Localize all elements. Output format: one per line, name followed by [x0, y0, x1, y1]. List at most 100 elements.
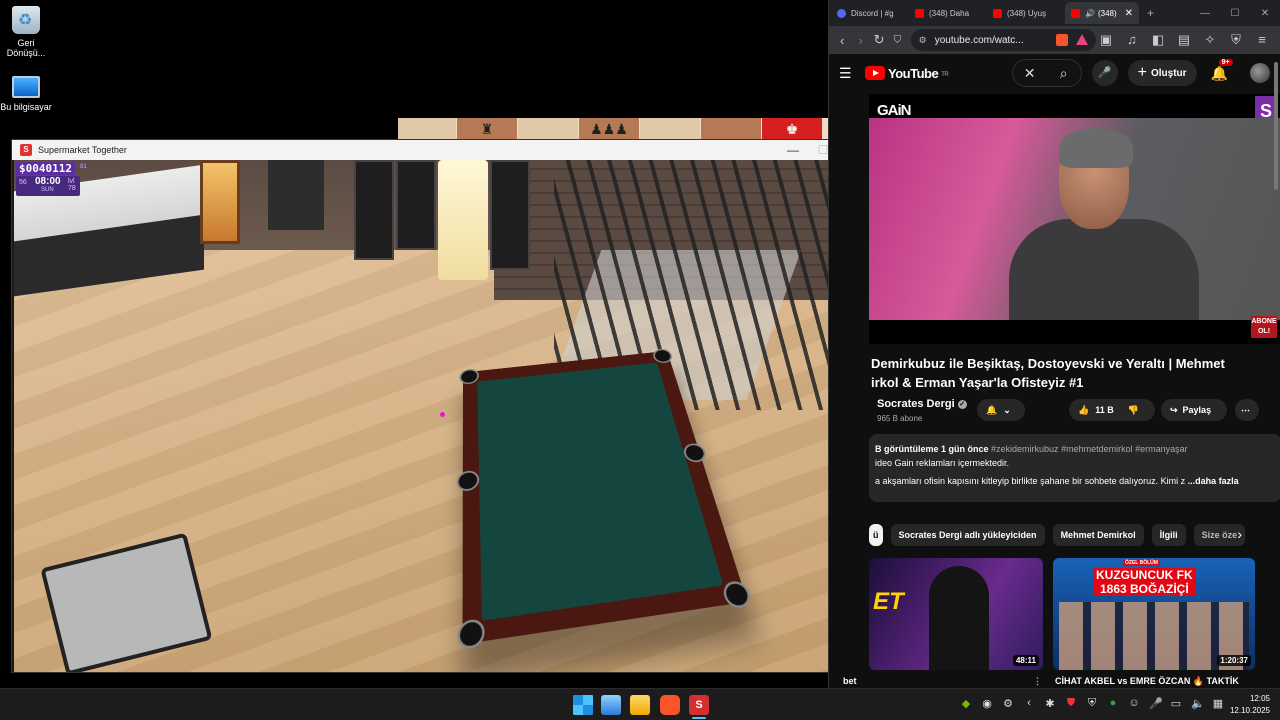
audio-icon[interactable]: 🔊: [1085, 9, 1095, 18]
background-window[interactable]: ♜ ♟♟♟ ♚: [398, 118, 828, 140]
show-more-link[interactable]: ...daha fazla: [1188, 476, 1239, 486]
search-box[interactable]: ✕ ⌕: [1011, 59, 1082, 87]
channel-name[interactable]: Socrates Dergi ✓: [877, 398, 967, 410]
share-button[interactable]: ↪ Paylaş: [1161, 399, 1227, 421]
start-button[interactable]: [573, 695, 593, 715]
description-box[interactable]: B görüntüleme 1 gün önce #zekidemirkubuz…: [869, 434, 1280, 502]
discord-icon[interactable]: ☺: [1128, 697, 1140, 710]
bookmark-button[interactable]: ⛉: [888, 35, 906, 46]
chip-mehmet-demirkol[interactable]: Mehmet Demirkol: [1052, 524, 1144, 546]
menu-icon[interactable]: ≡: [1252, 32, 1272, 48]
chip-related[interactable]: İlgili: [1151, 524, 1186, 546]
clear-search-icon[interactable]: ✕: [1013, 65, 1047, 82]
youtube-icon: [915, 8, 924, 18]
site-info-icon[interactable]: ⚙: [919, 35, 927, 46]
youtube-logo[interactable]: YouTube TR: [865, 66, 949, 81]
xbox-icon[interactable]: ●: [1107, 697, 1119, 710]
vpn-icon[interactable]: ⛨: [1226, 32, 1246, 48]
brave-shields-icon[interactable]: [1055, 34, 1068, 46]
avatar[interactable]: [1250, 63, 1270, 83]
desktop-icon-recycle-bin[interactable]: Geri Dönüşü...: [0, 6, 54, 58]
day-counter: 56: [19, 179, 27, 186]
recommended-video-thumbnail[interactable]: ÖZEL BÖLÜM KUZGUNCUK FK 1863 BOĞAZİÇİ 1:…: [1053, 558, 1255, 670]
desktop-icon-this-pc[interactable]: Bu bilgisayar: [0, 72, 54, 112]
level-display: lvl 78: [68, 178, 76, 192]
more-actions-button[interactable]: ⋯: [1235, 399, 1259, 421]
nvidia-icon[interactable]: ◆: [960, 697, 972, 710]
sidebar-icon[interactable]: ◧: [1148, 32, 1168, 48]
recommended-video-title[interactable]: CİHAT AKBEL vs EMRE ÖZCAN 🔥 TAKTİK: [1055, 676, 1239, 687]
video-player[interactable]: GAiN S ABONE OL!: [869, 94, 1280, 344]
chevron-right-icon[interactable]: ›: [1237, 526, 1242, 542]
view-stats: B görüntüleme 1 gün önce: [875, 444, 989, 454]
new-tab-button[interactable]: +: [1147, 6, 1154, 20]
description-line: a akşamları ofisin kapısını kitleyip bir…: [875, 476, 1186, 486]
lit-vending-machine: [438, 160, 488, 280]
chip-from-uploader[interactable]: Socrates Dergi adlı yükleyiciden: [890, 524, 1045, 546]
game-viewport[interactable]: $0040112 81 56 08:00 SUN lvl 78: [14, 160, 866, 672]
thumbnail-text: ET: [873, 588, 904, 615]
clock-panel: 56 08:00 SUN lvl 78: [16, 176, 80, 196]
subscription-bell-button[interactable]: 🔔 ⌄: [977, 399, 1025, 421]
bell-icon: 🔔: [986, 404, 998, 415]
file-explorer-icon[interactable]: [630, 695, 650, 715]
desktop: Geri Dönüşü... Bu bilgisayar ♜ ♟♟♟ ♚ S S…: [0, 0, 1280, 688]
reload-button[interactable]: ↻: [870, 32, 888, 48]
mic-icon[interactable]: 🎤: [1091, 60, 1118, 86]
close-tab-button[interactable]: ✕: [1125, 8, 1133, 19]
volume-icon[interactable]: 🔈: [1191, 697, 1205, 710]
minimize-button[interactable]: —: [1190, 8, 1220, 19]
hamburger-menu-icon[interactable]: ☰: [839, 65, 865, 82]
display-icon[interactable]: ▭: [1170, 697, 1182, 710]
steam-icon[interactable]: ◉: [981, 697, 993, 710]
search-icon[interactable]: ⌕: [1047, 65, 1081, 82]
game-titlebar[interactable]: S Supermarket Together — ☐ ✕: [12, 140, 868, 160]
browser-toolbar: ‹ › ↻ ⛉ ⚙ youtube.com/watc... ▣ ♫ ◧ ▤ ✧ …: [829, 26, 1280, 54]
bluetooth-icon[interactable]: ✱: [1044, 697, 1056, 710]
steam-icon[interactable]: ⚙: [1002, 697, 1014, 710]
maximize-button[interactable]: ☐: [1220, 8, 1250, 19]
ai-icon[interactable]: ✧: [1200, 32, 1220, 48]
screenshot-icon[interactable]: ▣: [1096, 32, 1116, 48]
address-bar[interactable]: ⚙ youtube.com/watc...: [910, 29, 1096, 51]
close-button[interactable]: ✕: [1250, 8, 1280, 19]
chip-all[interactable]: ü: [869, 524, 883, 546]
desktop-icon-label: Bu bilgisayar: [0, 102, 52, 112]
browser-window[interactable]: Discord | #g (348) Daha (348) Uyuş 🔊 (34…: [828, 0, 1280, 688]
hashtags[interactable]: #zekidemirkubuz #mehmetdemirkol #ermanya…: [991, 444, 1188, 454]
more-vert-icon[interactable]: ⋮: [1033, 676, 1042, 687]
shield-icon[interactable]: ⛊: [1065, 697, 1077, 710]
notifications-button[interactable]: 🔔 9+: [1210, 58, 1233, 82]
recommended-video-thumbnail[interactable]: ET 48:11: [869, 558, 1043, 670]
mic-icon[interactable]: 🎤: [1149, 697, 1163, 710]
brave-browser-icon[interactable]: [660, 695, 680, 715]
minimize-button[interactable]: —: [778, 143, 808, 157]
tab-discord[interactable]: Discord | #g: [831, 2, 907, 24]
security-icon[interactable]: ⛨: [1086, 697, 1098, 710]
dislike-icon[interactable]: 👎: [1128, 405, 1139, 416]
system-clock[interactable]: 12:05 12.10.2025: [1230, 693, 1270, 717]
bell-icon: 🔔: [1210, 64, 1228, 81]
wallet-icon[interactable]: ▤: [1174, 32, 1194, 48]
tab-youtube-active[interactable]: 🔊 (348) ✕: [1065, 2, 1139, 24]
chevron-icon[interactable]: ‹: [1023, 697, 1035, 710]
tab-youtube-1[interactable]: (348) Daha: [909, 2, 985, 24]
gallery-icon[interactable]: [601, 695, 621, 715]
forward-button[interactable]: ›: [851, 33, 869, 48]
taskbar: S ◆ ◉ ⚙ ‹ ✱ ⛊ ⛨ ● ☺ 🎤 ▭ 🔈 ▦ 12:05 12.10.…: [0, 688, 1280, 720]
recommended-video-title[interactable]: bet: [843, 676, 857, 686]
create-button[interactable]: + Oluştur: [1127, 60, 1197, 86]
system-tray: ◆ ◉ ⚙ ‹ ✱ ⛊ ⛨ ● ☺ 🎤 ▭ 🔈 ▦: [960, 697, 1224, 710]
rewards-icon[interactable]: [1075, 34, 1088, 45]
like-icon[interactable]: 👍: [1078, 405, 1089, 416]
supermarket-together-icon[interactable]: S: [689, 695, 709, 715]
description-line: ideo Gain reklamları içermektedir.: [875, 458, 1010, 468]
network-icon[interactable]: ▦: [1212, 697, 1224, 710]
back-button[interactable]: ‹: [833, 33, 851, 48]
like-dislike-group: 👍 11 B 👎: [1069, 399, 1155, 421]
scrollbar-thumb[interactable]: [1274, 62, 1278, 190]
like-count[interactable]: 11 B: [1095, 405, 1114, 415]
tab-youtube-2[interactable]: (348) Uyuş: [987, 2, 1063, 24]
game-window[interactable]: S Supermarket Together — ☐ ✕: [12, 140, 868, 672]
media-icon[interactable]: ♫: [1122, 32, 1142, 48]
